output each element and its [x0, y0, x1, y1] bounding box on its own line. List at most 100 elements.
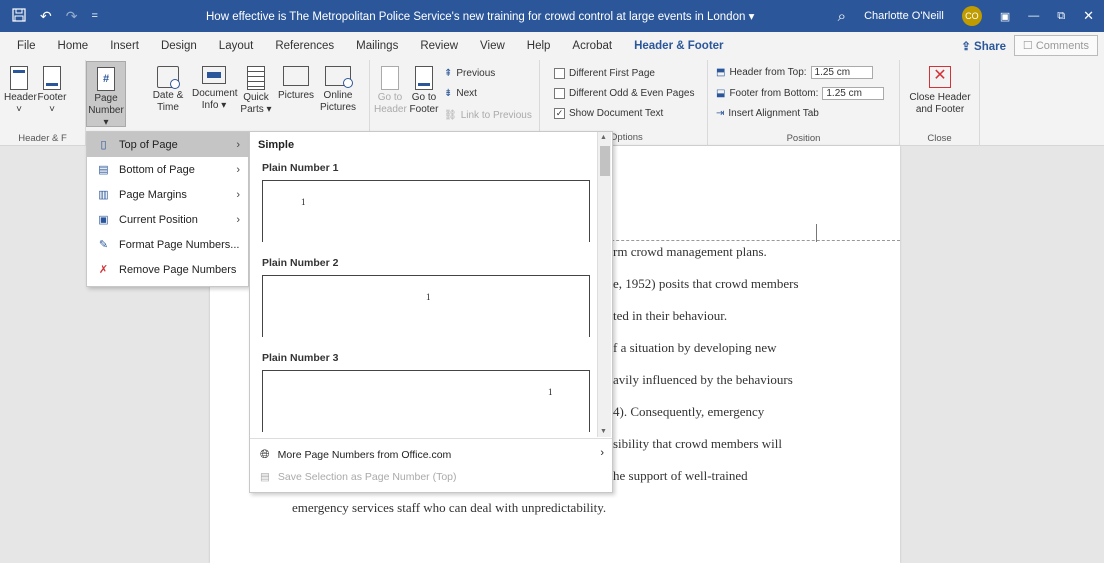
footer-from-bottom-input[interactable]: 1.25 cm — [822, 87, 885, 100]
menu-item-bottom-of-page[interactable]: ▤ Bottom of Page › — [87, 157, 248, 182]
position-group-label: Position — [786, 133, 821, 144]
header-from-top-input[interactable]: 1.25 cm — [810, 66, 873, 79]
previous-button[interactable]: ⇞ Previous — [444, 68, 495, 79]
tab-design[interactable]: Design — [150, 40, 208, 52]
text-cursor — [816, 224, 817, 242]
show-document-text-checkbox[interactable]: ✓ Show Document Text — [554, 108, 663, 119]
go-to-footer-button[interactable]: Go to Footer — [408, 66, 440, 116]
header-from-top-field[interactable]: ⬒ Header from Top: 1.25 cm — [716, 66, 873, 79]
footer-position-icon: ⬓ — [716, 88, 726, 99]
tab-view[interactable]: View — [469, 40, 516, 52]
date-time-button[interactable]: Date & Time — [150, 66, 186, 114]
page-number-preview: 1 — [301, 197, 306, 207]
document-line: rm crowd management plans. — [613, 244, 767, 259]
go-to-header-label: Go to — [377, 92, 403, 103]
gallery-item-label: Plain Number 1 — [262, 162, 339, 174]
bottom-of-page-icon: ▤ — [98, 164, 109, 176]
tab-acrobat[interactable]: Acrobat — [561, 40, 623, 52]
minimize-icon[interactable]: — — [1028, 10, 1039, 22]
menu-item-page-margins[interactable]: ▥ Page Margins › — [87, 182, 248, 207]
scroll-up-icon[interactable]: ▲ — [600, 134, 607, 141]
header-button[interactable]: Header ˅ — [4, 66, 37, 116]
go-to-header-button[interactable]: Go to Header — [374, 66, 407, 116]
menu-item-top-of-page[interactable]: ▯ Top of Page › — [87, 132, 248, 157]
link-to-previous-button[interactable]: ⛓ Link to Previous — [444, 110, 532, 121]
tab-review[interactable]: Review — [409, 40, 469, 52]
top-of-page-icon: ▯ — [100, 139, 107, 151]
gallery-scrollbar[interactable]: ▲ ▼ — [597, 132, 611, 437]
menu-item-label: Page Margins — [119, 188, 187, 201]
avatar[interactable]: CO — [961, 6, 982, 26]
checkbox-unchecked — [554, 88, 565, 99]
undo-icon[interactable]: ↶ — [40, 8, 52, 25]
tab-mailings[interactable]: Mailings — [345, 40, 409, 52]
gallery-item-plain-number-1[interactable]: 1 — [262, 180, 590, 242]
tab-home[interactable]: Home — [47, 40, 100, 52]
gallery-item-plain-number-2[interactable]: 1 — [262, 275, 590, 337]
menu-item-remove-page-numbers[interactable]: ✗ Remove Page Numbers — [87, 257, 248, 282]
menu-item-format-page-numbers[interactable]: ✎ Format Page Numbers... — [87, 232, 248, 257]
different-odd-even-checkbox[interactable]: Different Odd & Even Pages — [554, 88, 694, 99]
share-button[interactable]: ⇪ Share — [953, 36, 1014, 56]
close-x-icon: ✕ — [929, 66, 951, 88]
more-page-numbers-item[interactable]: 🌐︎ More Page Numbers from Office.com — [260, 447, 451, 462]
comments-button[interactable]: ☐ Comments — [1013, 35, 1098, 56]
menu-item-current-position[interactable]: ▣ Current Position › — [87, 207, 248, 232]
go-to-footer-icon — [415, 66, 433, 90]
tab-header-footer[interactable]: Header & Footer — [623, 40, 734, 52]
document-line: emergency services staff who can deal wi… — [292, 500, 607, 515]
scroll-thumb[interactable] — [600, 146, 610, 176]
gallery-item-label: Plain Number 2 — [262, 257, 339, 269]
document-info-button[interactable]: Document Info ▾ — [192, 66, 238, 112]
header-from-top-label: Header from Top: — [729, 67, 807, 78]
globe-icon: 🌐︎ — [260, 447, 270, 461]
document-line: sibility that crowd members will — [613, 436, 782, 451]
page-number-button[interactable]: # Page Number ▾ — [86, 61, 126, 128]
tab-help[interactable]: Help — [516, 40, 562, 52]
close-header-footer-button[interactable]: ✕ Close Header and Footer — [906, 66, 974, 116]
scroll-down-icon[interactable]: ▼ — [600, 428, 607, 435]
next-button[interactable]: ⇟ Next — [444, 88, 477, 99]
checkbox-checked-icon: ✓ — [554, 108, 565, 119]
ribbon-display-icon[interactable]: ▣ — [1000, 10, 1010, 23]
page-margins-icon: ▥ — [98, 189, 109, 201]
different-first-page-checkbox[interactable]: Different First Page — [554, 68, 655, 79]
online-pictures-button[interactable]: Online Pictures — [318, 66, 358, 114]
online-pictures-label: Online — [323, 90, 353, 101]
date-time-label-2: Time — [157, 102, 179, 113]
quick-parts-button[interactable]: Quick Parts ▾ — [240, 66, 272, 116]
tab-references[interactable]: References — [264, 40, 345, 52]
tab-insert[interactable]: Insert — [99, 40, 150, 52]
close-header-footer-label-2: and Footer — [915, 104, 965, 115]
document-title[interactable]: How effective is The Metropolitan Police… — [200, 9, 838, 23]
save-icon[interactable] — [12, 7, 26, 25]
header-dropdown-icon: ˅ — [16, 104, 22, 115]
close-icon[interactable]: ✕ — [1083, 8, 1094, 24]
pictures-button[interactable]: Pictures — [276, 66, 316, 102]
document-info-label-2: Info ▾ — [201, 100, 227, 111]
footer-button[interactable]: Footer ˅ — [36, 66, 68, 116]
next-icon: ⇟ — [444, 88, 453, 99]
document-line: avily influenced by the behaviours — [613, 372, 793, 387]
submenu-arrow-icon: › — [236, 163, 240, 176]
restore-icon[interactable]: ⧉ — [1057, 10, 1065, 23]
footer-from-bottom-field[interactable]: ⬓ Footer from Bottom: 1.25 cm — [716, 87, 885, 100]
link-icon: ⛓ — [444, 110, 457, 121]
search-icon[interactable]: ⌕ — [838, 8, 846, 25]
title-dropdown-icon: ▾ — [748, 11, 755, 23]
title-bar: ↶ ↷ = How effective is The Metropolitan … — [0, 0, 1104, 32]
document-line: ted in their behaviour. — [613, 308, 728, 323]
remove-page-numbers-icon: ✗ — [98, 264, 109, 276]
tab-file[interactable]: File — [6, 40, 47, 52]
document-line: e, 1952) posits that crowd members — [613, 276, 799, 291]
redo-icon[interactable]: ↷ — [66, 8, 78, 25]
tab-layout[interactable]: Layout — [208, 40, 265, 52]
user-name[interactable]: Charlotte O'Neill — [864, 10, 944, 22]
save-selection-item[interactable]: ▤ Save Selection as Page Number (Top) — [260, 471, 457, 483]
page-number-icon: # — [97, 67, 115, 91]
gallery-item-plain-number-3[interactable]: 1 — [262, 370, 590, 432]
customize-qat-icon[interactable]: = — [91, 10, 97, 22]
submenu-arrow-icon: › — [236, 188, 240, 201]
insert-alignment-tab-button[interactable]: ⇥ Insert Alignment Tab — [716, 108, 819, 119]
menu-item-label: Current Position — [119, 213, 198, 226]
